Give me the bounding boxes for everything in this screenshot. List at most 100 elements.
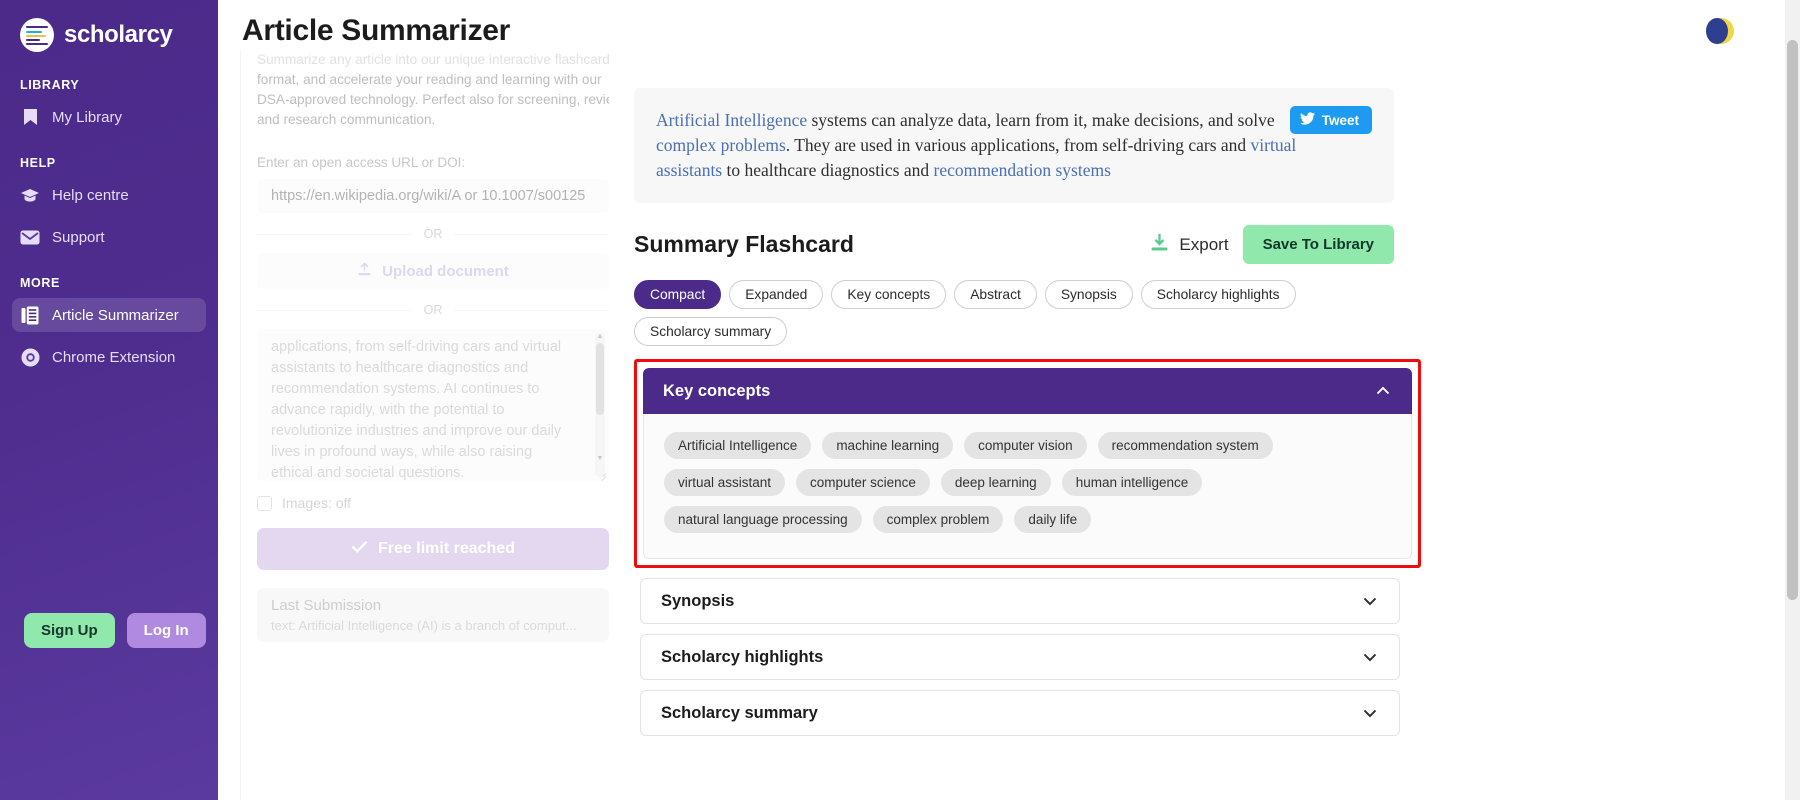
textarea-line-6: lives in profound ways, while also raisi…	[271, 444, 533, 460]
sidebar-item-label: Support	[52, 228, 105, 246]
textarea-resize-handle[interactable]	[597, 469, 607, 479]
page-scrollbar[interactable]	[1785, 0, 1800, 800]
tab-scholarcy-highlights[interactable]: Scholarcy highlights	[1140, 280, 1296, 309]
submit-label: Free limit reached	[378, 540, 515, 557]
sidebar-item-my-library[interactable]: My Library	[12, 100, 206, 134]
summary-text-run: . They are used in various applications,…	[785, 135, 1221, 155]
summarizer-form-panel: Summarize any article into our unique in…	[240, 50, 609, 800]
summary-link[interactable]: recommendation systems	[934, 160, 1111, 180]
images-toggle-row[interactable]: Images: off	[257, 495, 602, 511]
url-input[interactable]	[257, 179, 609, 213]
upload-icon	[357, 261, 372, 281]
chevron-down-icon[interactable]	[1361, 648, 1379, 666]
key-concept-chip[interactable]: deep learning	[940, 469, 1051, 496]
tweet-label: Tweet	[1321, 112, 1359, 128]
sidebar-section-help: HELP	[20, 156, 56, 170]
scrollbar-thumb[interactable]	[596, 343, 604, 415]
url-field-label: Enter an open access URL or DOI:	[257, 155, 466, 170]
page-scrollbar-thumb[interactable]	[1787, 40, 1798, 600]
chevron-down-icon[interactable]	[1361, 704, 1379, 722]
theme-toggle-button[interactable]	[1706, 18, 1734, 44]
tab-compact[interactable]: Compact	[634, 280, 722, 309]
export-button[interactable]: Export	[1149, 232, 1229, 258]
twitter-bird-icon	[1299, 112, 1315, 128]
tab-synopsis[interactable]: Synopsis	[1044, 280, 1133, 309]
last-submission-title: Last Submission	[271, 597, 382, 614]
images-checkbox[interactable]	[257, 495, 272, 511]
key-concept-chip[interactable]: Artificial Intelligence	[664, 432, 812, 459]
accordion-scholarcy-summary[interactable]: Scholarcy summary	[640, 690, 1400, 736]
textarea-line-3: recommendation systems. AI continues to	[271, 381, 540, 397]
brand[interactable]: scholarcy	[0, 0, 218, 52]
key-concepts-accordion-header[interactable]: Key concepts	[643, 368, 1412, 414]
scroll-down-icon[interactable]: ▼	[596, 455, 604, 463]
key-concepts-highlight-box: Key concepts Artificial Intelligence mach…	[634, 359, 1421, 568]
submit-button[interactable]: Free limit reached	[257, 528, 609, 570]
summary-link[interactable]: complex problems	[656, 135, 786, 155]
summary-link[interactable]: Artificial Intelligence	[656, 110, 807, 130]
tweet-button[interactable]: Tweet	[1289, 106, 1372, 134]
page: Article Summarizer Summarize any article…	[218, 0, 1800, 800]
key-concept-chip[interactable]: computer science	[796, 469, 930, 496]
key-concept-chip[interactable]: recommendation system	[1097, 432, 1273, 459]
intro-line-2: format, and accelerate your reading and …	[257, 72, 602, 87]
images-label: Images: off	[282, 495, 352, 511]
bookmark-icon	[20, 107, 40, 127]
sidebar-item-help-centre[interactable]: Help centre	[12, 178, 206, 212]
divider-line	[454, 233, 609, 235]
textarea-line-1: applications, from self-driving cars and…	[271, 339, 562, 355]
tab-expanded[interactable]: Expanded	[729, 280, 824, 309]
key-concept-chip[interactable]: computer vision	[964, 432, 1087, 459]
key-concept-chip[interactable]: human intelligence	[1061, 469, 1203, 496]
divider-line	[257, 309, 412, 311]
scroll-up-icon[interactable]: ▲	[596, 333, 604, 341]
check-icon	[351, 540, 368, 558]
flashcard-column: Artificial Intelligence systems can anal…	[622, 50, 1622, 800]
upload-label: Upload document	[382, 262, 509, 280]
textarea-line-2: assistants to healthcare diagnostics and	[271, 360, 529, 376]
document-list-icon	[20, 305, 40, 325]
key-concept-chip[interactable]: daily life	[1014, 506, 1092, 533]
upload-document-button[interactable]: Upload document	[257, 253, 609, 289]
accordion-synopsis[interactable]: Synopsis	[640, 578, 1400, 624]
key-concept-chip[interactable]: virtual assistant	[664, 469, 786, 496]
key-concept-chip[interactable]: machine learning	[822, 432, 954, 459]
closed-accordion-list: Synopsis Scholarcy highlights Scholarcy su…	[622, 578, 1622, 736]
divider-line	[454, 309, 609, 311]
chevron-down-icon[interactable]	[1361, 592, 1379, 610]
sign-up-button[interactable]: Sign Up	[24, 613, 115, 648]
save-to-library-button[interactable]: Save To Library	[1242, 225, 1394, 264]
accordion-title: Scholarcy highlights	[661, 647, 824, 666]
textarea-line-5: revolutionize industries and improve our…	[271, 423, 562, 439]
accordion-title: Scholarcy summary	[661, 703, 818, 722]
log-in-button[interactable]: Log In	[126, 613, 206, 648]
intro-line-3: DSA-approved technology. Perfect also fo…	[257, 92, 609, 107]
or-label: OR	[423, 303, 443, 317]
sidebar-item-article-summarizer[interactable]: Article Summarizer	[12, 298, 206, 332]
last-submission-box: Last Submission text: Artificial Intelli…	[257, 588, 609, 642]
tab-key-concepts[interactable]: Key concepts	[831, 280, 947, 309]
download-icon	[1149, 232, 1170, 258]
article-text-textarea[interactable]: applications, from self-driving cars and…	[257, 329, 609, 481]
intro-line-4: and research communication.	[257, 112, 436, 127]
accordion-title: Synopsis	[661, 591, 735, 610]
textarea-scrollbar[interactable]: ▲ ▼	[595, 333, 605, 477]
key-concepts-accordion-body: Artificial Intelligence machine learning c…	[643, 414, 1412, 559]
graduation-cap-icon	[20, 185, 40, 205]
summary-text-run: and	[1220, 135, 1251, 155]
sidebar-item-support[interactable]: Support	[12, 220, 206, 254]
summary-highlight-block: Artificial Intelligence systems can anal…	[634, 88, 1394, 203]
sidebar-item-chrome-extension[interactable]: Chrome Extension	[12, 340, 206, 374]
tab-scholarcy-summary[interactable]: Scholarcy summary	[634, 317, 788, 346]
scholarcy-logo-icon	[20, 18, 54, 52]
chevron-up-icon[interactable]	[1374, 382, 1392, 400]
sidebar-section-library: LIBRARY	[20, 78, 80, 92]
key-concept-chip[interactable]: natural language processing	[664, 506, 862, 533]
tab-abstract[interactable]: Abstract	[954, 280, 1037, 309]
accordion-scholarcy-highlights[interactable]: Scholarcy highlights	[640, 634, 1400, 680]
auth-buttons: Sign Up Log In	[24, 613, 206, 648]
summary-text-run: systems can analyze data, learn from it,…	[807, 110, 1238, 130]
textarea-content: applications, from self-driving cars and…	[257, 329, 597, 481]
summary-text-run: solve	[1237, 110, 1275, 130]
key-concept-chip[interactable]: complex problem	[872, 506, 1004, 533]
